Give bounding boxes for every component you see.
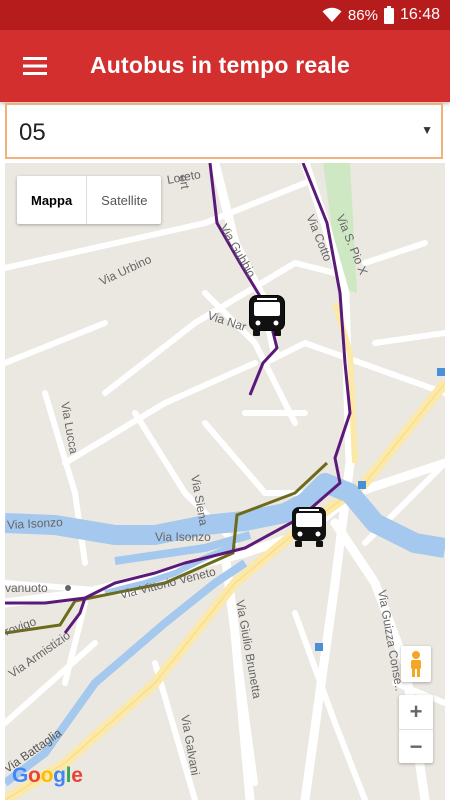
google-logo-letter: G	[12, 764, 29, 787]
status-bar: 86% 16:48	[0, 0, 450, 30]
map-canvas	[5, 163, 445, 800]
zoom-in-button[interactable]: +	[399, 695, 433, 730]
google-logo-letter: o	[28, 764, 41, 787]
zoom-out-button[interactable]: −	[399, 730, 433, 764]
route-select[interactable]: 05 ▼	[5, 103, 443, 159]
google-logo: Google	[12, 764, 83, 788]
battery-icon	[383, 6, 394, 24]
map-view[interactable]: Loreto ert Via Urbino Via Gubbio Via Nar…	[5, 163, 445, 800]
page-title: Autobus in tempo reale	[90, 52, 350, 78]
route-select-value: 05	[19, 119, 46, 146]
clock: 16:48	[399, 6, 440, 23]
menu-button[interactable]	[14, 48, 56, 84]
street-label: ert	[176, 173, 193, 191]
street-label: Via Isonzo	[155, 530, 211, 544]
pegman-icon	[411, 651, 421, 677]
dropdown-arrow-icon: ▼	[421, 123, 433, 137]
bus-icon[interactable]	[248, 294, 286, 343]
map-type-toggle: Mappa Satellite	[17, 176, 162, 224]
pegman-button[interactable]	[401, 646, 431, 682]
street-label: vanuoto	[5, 581, 48, 595]
hamburger-icon	[23, 57, 47, 75]
street-label: Via Isonzo	[6, 515, 64, 532]
map-type-map-button[interactable]: Mappa	[17, 176, 88, 224]
battery-percent: 86%	[347, 6, 378, 24]
google-logo-letter: g	[53, 764, 66, 787]
google-logo-letter: o	[40, 764, 54, 787]
app-bar: Autobus in tempo reale	[0, 30, 450, 102]
status-indicators: 86% 16:48	[322, 0, 440, 30]
bus-icon[interactable]	[290, 505, 328, 554]
wifi-icon	[322, 7, 342, 23]
google-logo-letter: e	[71, 764, 83, 787]
zoom-controls: + −	[399, 695, 433, 763]
map-type-satellite-button[interactable]: Satellite	[87, 176, 161, 224]
